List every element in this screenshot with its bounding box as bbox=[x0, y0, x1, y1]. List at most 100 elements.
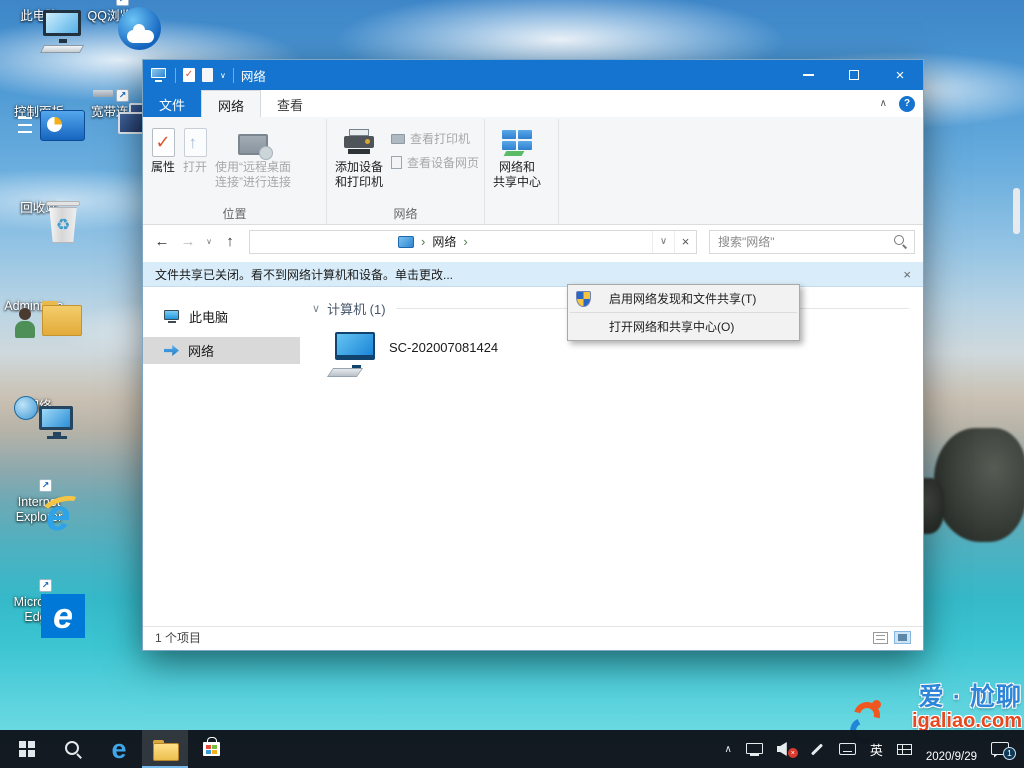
network-location-icon bbox=[398, 236, 414, 248]
notification-center-icon[interactable]: 1 bbox=[984, 730, 1018, 768]
qat-properties-button[interactable]: ✓ bbox=[183, 68, 195, 82]
watermark-title: 爱 · 尬聊 bbox=[850, 684, 1022, 711]
large-icons-view-button[interactable] bbox=[894, 631, 911, 644]
open-button[interactable]: ↑ 打开 bbox=[179, 122, 211, 177]
notification-bar[interactable]: 文件共享已关闭。看不到网络计算机和设备。单击更改... × bbox=[143, 262, 923, 287]
properties-button[interactable]: ✓ 属性 bbox=[147, 122, 179, 177]
back-button[interactable]: ← bbox=[151, 233, 173, 250]
shortcut-arrow-icon: ↗ bbox=[39, 479, 52, 492]
tray-volume-muted-icon[interactable]: × bbox=[770, 730, 802, 768]
desktop-icon-admin-folder[interactable]: Administra... bbox=[1, 296, 77, 314]
remote-desktop-connect-button[interactable]: 使用“远程桌面 连接”进行连接 bbox=[211, 122, 295, 192]
store-icon bbox=[203, 742, 220, 756]
this-pc-small-icon bbox=[164, 310, 180, 323]
uac-shield-icon bbox=[576, 291, 591, 307]
up-button[interactable]: ↑ bbox=[219, 233, 241, 250]
explorer-window: ✓ ∨ 网络 × 文件 网络 查看 ∧ ? ✓ bbox=[143, 60, 923, 650]
menu-item-enable-discovery[interactable]: 启用网络发现和文件共享(T) bbox=[568, 285, 799, 312]
taskbar: e ∧ × 英 2020/9/29 1 bbox=[0, 730, 1024, 768]
qat-new-folder-button[interactable] bbox=[202, 68, 213, 82]
help-icon[interactable]: ? bbox=[899, 96, 915, 112]
network-sharing-center-button[interactable]: 网络和 共享中心 bbox=[489, 122, 545, 192]
watermark: 爱 · 尬聊 igaliao.com bbox=[850, 684, 1022, 733]
minimize-button[interactable] bbox=[785, 60, 831, 90]
notification-close-icon[interactable]: × bbox=[903, 267, 911, 282]
view-device-webpage-button[interactable]: 查看设备网页 bbox=[387, 152, 483, 173]
ribbon-group-label: 位置 bbox=[143, 205, 326, 222]
computer-icon bbox=[328, 332, 380, 378]
taskbar-explorer-button[interactable] bbox=[142, 730, 188, 768]
sidebar-item-this-pc[interactable]: 此电脑 bbox=[143, 303, 300, 330]
close-button[interactable]: × bbox=[877, 60, 923, 90]
sidebar-item-network[interactable]: 网络 bbox=[143, 337, 300, 364]
notification-count-badge: 1 bbox=[1003, 747, 1016, 760]
clock[interactable]: 2020/9/29 bbox=[919, 730, 984, 768]
ime-indicator[interactable]: 英 bbox=[863, 730, 890, 768]
title-bar[interactable]: ✓ ∨ 网络 × bbox=[143, 60, 923, 90]
tray-keyboard-icon[interactable] bbox=[832, 730, 863, 768]
stop-loading-button[interactable]: × bbox=[674, 231, 696, 253]
ribbon-group-sharing-center: 网络和 共享中心 bbox=[485, 119, 559, 224]
search-input[interactable] bbox=[710, 235, 894, 249]
system-tray: ∧ × 英 2020/9/29 1 bbox=[717, 730, 1024, 768]
desktop: 此电脑 ↗ QQ浏览器 控制面板 ↗ 宽带连接 ♻ 回收站 Administra… bbox=[0, 0, 1024, 768]
desktop-icon-qq-browser[interactable]: ↗ QQ浏览器 bbox=[78, 6, 154, 24]
taskbar-search-button[interactable] bbox=[50, 730, 96, 768]
tab-file[interactable]: 文件 bbox=[143, 90, 201, 117]
search-box bbox=[709, 230, 915, 254]
open-icon: ↑ bbox=[184, 128, 207, 157]
shortcut-arrow-icon: ↗ bbox=[116, 0, 129, 6]
network-small-icon bbox=[164, 345, 179, 356]
explorer-app-icon bbox=[151, 68, 168, 82]
desktop-icon-internet-explorer[interactable]: e ↗ Internet Explorer bbox=[1, 492, 77, 525]
desktop-icon-recycle-bin[interactable]: ♻ 回收站 bbox=[1, 198, 77, 216]
address-history-dropdown-icon[interactable]: ∨ bbox=[652, 231, 674, 253]
ribbon-group-location: ✓ 属性 ↑ 打开 使用“远程桌面 连接”进行连接 位置 bbox=[143, 119, 327, 224]
add-devices-printers-button[interactable]: 添加设备 和打印机 bbox=[331, 122, 387, 192]
desktop-icon-microsoft-edge[interactable]: e ↗ Microsoft Edge bbox=[1, 592, 77, 625]
search-icon bbox=[65, 741, 82, 758]
tab-view[interactable]: 查看 bbox=[261, 90, 319, 117]
quick-access-toolbar: ✓ ∨ 网络 bbox=[143, 66, 785, 85]
tab-network[interactable]: 网络 bbox=[201, 90, 261, 117]
menu-item-open-sharing-center[interactable]: 打开网络和共享中心(O) bbox=[568, 313, 799, 340]
maximize-icon bbox=[849, 70, 859, 80]
details-view-button[interactable] bbox=[873, 632, 888, 644]
computer-name: SC-202007081424 bbox=[389, 340, 498, 355]
desktop-icon-network[interactable]: 网络 bbox=[1, 396, 77, 414]
taskbar-edge-button[interactable]: e bbox=[96, 730, 142, 768]
address-bar-row: ← → ∨ ↑ › 网络 › ∨ × bbox=[143, 225, 923, 258]
status-bar: 1 个项目 bbox=[143, 626, 923, 648]
qat-customize-dropdown-icon[interactable]: ∨ bbox=[220, 71, 226, 80]
sharing-options-menu: 启用网络发现和文件共享(T) 打开网络和共享中心(O) bbox=[567, 284, 800, 341]
taskbar-store-button[interactable] bbox=[188, 730, 234, 768]
notification-text[interactable]: 文件共享已关闭。看不到网络计算机和设备。单击更改... bbox=[155, 266, 453, 283]
ribbon-tab-strip: 文件 网络 查看 ∧ ? bbox=[143, 90, 923, 117]
items-count: 1 个项目 bbox=[155, 629, 201, 646]
collapse-ribbon-icon[interactable]: ∧ bbox=[880, 98, 887, 109]
desktop-icon-control-panel[interactable]: 控制面板 bbox=[1, 102, 77, 120]
group-header[interactable]: 计算机 (1) bbox=[327, 299, 386, 318]
printer-icon bbox=[344, 129, 374, 155]
tray-network-icon[interactable] bbox=[739, 730, 770, 768]
breadcrumb-separator-icon[interactable]: › bbox=[463, 234, 467, 249]
tray-expand-icon[interactable]: ∧ bbox=[717, 730, 738, 768]
address-bar[interactable]: › 网络 › ∨ × bbox=[249, 230, 697, 254]
recent-locations-dropdown-icon[interactable]: ∨ bbox=[203, 237, 215, 246]
search-icon[interactable] bbox=[894, 235, 907, 248]
screen-edge-artifact bbox=[1013, 188, 1020, 234]
close-icon: × bbox=[896, 68, 905, 83]
maximize-button[interactable] bbox=[831, 60, 877, 90]
start-button[interactable] bbox=[4, 730, 50, 768]
breadcrumb-network[interactable]: 网络 bbox=[432, 233, 456, 250]
ribbon-group-label: 网络 bbox=[327, 205, 484, 222]
computer-item[interactable]: SC-202007081424 bbox=[324, 328, 574, 382]
ribbon-group-network: 添加设备 和打印机 查看打印机 查看设备网页 网络 bbox=[327, 119, 485, 224]
tray-touch-keyboard-icon[interactable] bbox=[890, 730, 919, 768]
view-printers-button[interactable]: 查看打印机 bbox=[387, 128, 483, 149]
shortcut-arrow-icon: ↗ bbox=[116, 89, 129, 102]
tray-pen-icon[interactable] bbox=[802, 730, 832, 768]
forward-button[interactable]: → bbox=[177, 233, 199, 250]
desktop-icon-this-pc[interactable]: 此电脑 bbox=[1, 6, 77, 24]
group-collapse-icon[interactable]: ∨ bbox=[312, 302, 320, 315]
